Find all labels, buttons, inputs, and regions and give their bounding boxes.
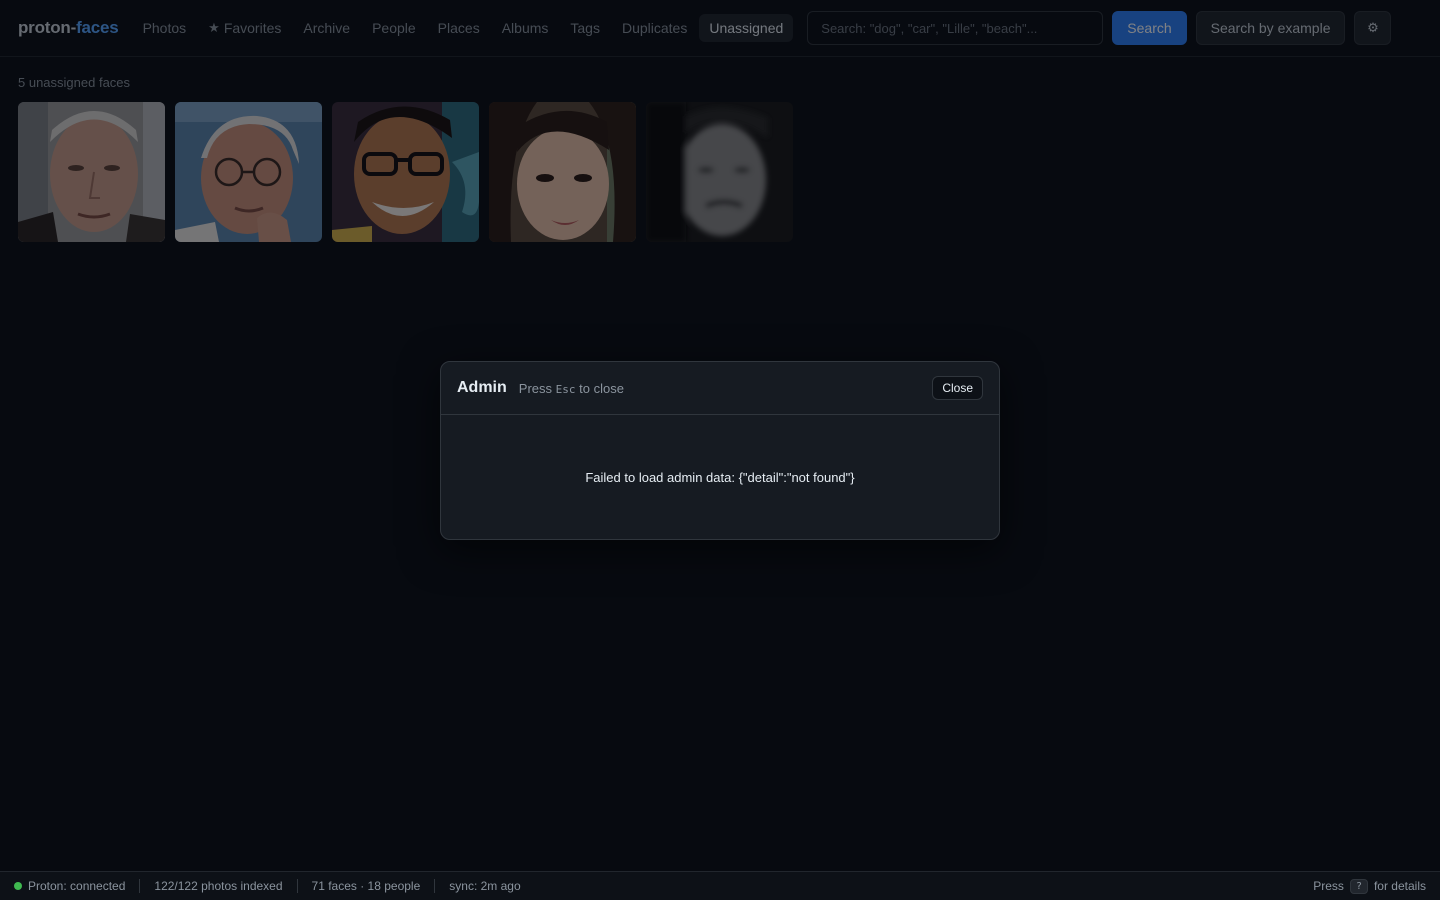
modal-hint: Press Esc to close xyxy=(518,380,624,396)
error-message: Failed to load admin data: {"detail":"no… xyxy=(585,469,855,485)
close-button[interactable]: Close xyxy=(932,376,983,400)
help-hint: Press ? for details xyxy=(1313,878,1426,894)
modal-header: Admin Press Esc to close Close xyxy=(441,362,999,415)
esc-key: Esc xyxy=(555,382,576,396)
connection-status: Proton: connected xyxy=(14,879,139,893)
modal-title: Admin xyxy=(457,379,507,396)
index-status: 122/122 photos indexed xyxy=(139,879,296,893)
modal-backdrop[interactable]: Admin Press Esc to close Close Failed to… xyxy=(0,0,1440,900)
faces-people-status: 71 faces · 18 people xyxy=(296,879,435,893)
connected-dot-icon xyxy=(14,882,22,890)
modal-body: Failed to load admin data: {"detail":"no… xyxy=(441,415,999,539)
admin-modal: Admin Press Esc to close Close Failed to… xyxy=(440,361,1000,540)
status-bar: Proton: connected 122/122 photos indexed… xyxy=(0,871,1440,900)
sync-status: sync: 2m ago xyxy=(434,879,534,893)
help-key: ? xyxy=(1349,878,1368,894)
